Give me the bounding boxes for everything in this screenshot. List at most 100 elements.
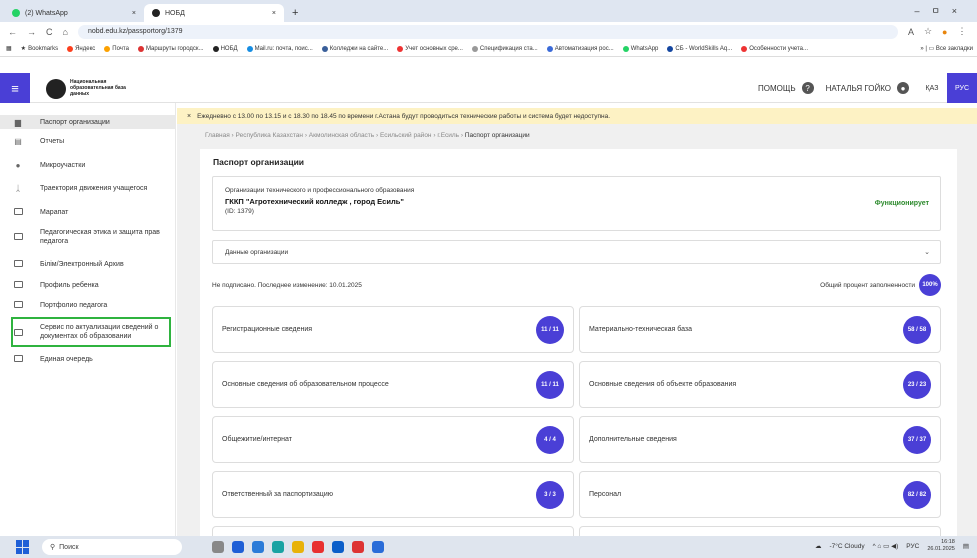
chrome-icon[interactable] bbox=[292, 541, 304, 553]
forward-icon[interactable]: → bbox=[27, 27, 36, 37]
opera-icon[interactable] bbox=[352, 541, 364, 553]
section-dormitory[interactable]: Общежитие/интернат 4 / 4 bbox=[212, 416, 574, 463]
report-icon: ▤ bbox=[14, 136, 22, 146]
taskbar-search[interactable]: ⚲ Поиск bbox=[42, 539, 182, 555]
user-name[interactable]: НАТАЛЬЯ ГОЙКО bbox=[826, 84, 891, 93]
notifications-icon[interactable]: ▤ bbox=[963, 542, 969, 550]
automation-icon bbox=[546, 45, 553, 52]
whatsapp-icon bbox=[12, 9, 20, 17]
close-icon[interactable]: × bbox=[132, 10, 136, 17]
bookmark-item[interactable]: ★ Bookmarks bbox=[21, 45, 58, 53]
section-progress-badge: 11 / 11 bbox=[536, 316, 564, 344]
bookmark-item[interactable]: Колледжи на сайте... bbox=[321, 45, 388, 52]
bookmark-item[interactable]: Почта bbox=[104, 45, 129, 52]
url-field[interactable]: nobd.edu.kz/passportorg/1379 bbox=[77, 24, 898, 39]
store-icon[interactable] bbox=[232, 541, 244, 553]
edge-icon[interactable] bbox=[272, 541, 284, 553]
system-tray: ☁ -7°C Cloudy ^ ⌂ ▭ ◀) РУС 16:18 26.01.20… bbox=[815, 539, 969, 553]
fill-percent-badge: 100% bbox=[919, 274, 941, 296]
section-responsible[interactable]: Ответственный за паспортизацию 3 / 3 bbox=[212, 471, 574, 518]
bookmark-item[interactable]: Особенности учета... bbox=[741, 45, 808, 52]
word-icon[interactable] bbox=[372, 541, 384, 553]
section-material-base[interactable]: Материально-техническая база 58 / 58 bbox=[579, 306, 941, 353]
nobd-icon bbox=[212, 45, 219, 52]
section-education-object[interactable]: Основные сведения об объекте образования… bbox=[579, 361, 941, 408]
apps-icon[interactable]: ▦ bbox=[6, 45, 12, 52]
breadcrumb-item[interactable]: Акмолинская область bbox=[309, 132, 374, 139]
page-title: Паспорт организации bbox=[213, 157, 305, 167]
task-view-icon[interactable] bbox=[212, 541, 224, 553]
close-icon[interactable]: × bbox=[187, 113, 191, 120]
breadcrumb-item[interactable]: г.Есиль bbox=[437, 132, 459, 139]
college-icon bbox=[321, 45, 328, 52]
bookmark-item[interactable]: НОБД bbox=[212, 45, 238, 52]
section-additional[interactable]: Дополнительные сведения 37 / 37 bbox=[579, 416, 941, 463]
breadcrumb-item[interactable]: Республика Казахстан bbox=[236, 132, 303, 139]
passport-icon: ▆ bbox=[14, 117, 22, 127]
nobd-icon bbox=[152, 9, 160, 17]
breadcrumb: Главная › Республика Казахстан › Акмолин… bbox=[205, 132, 530, 139]
address-bar: ← → C ⌂ nobd.edu.kz/passportorg/1379 A ☆… bbox=[0, 22, 977, 41]
section-progress-badge: 3 / 3 bbox=[536, 481, 564, 509]
outlook-icon[interactable] bbox=[332, 541, 344, 553]
translate-icon[interactable]: A bbox=[908, 27, 914, 37]
bookmark-item[interactable]: Автоматизация рос... bbox=[546, 45, 614, 52]
search-icon: ⚲ bbox=[50, 544, 56, 551]
profile-icon[interactable]: ● bbox=[942, 27, 947, 37]
folder-icon bbox=[14, 260, 23, 267]
main-content: Главная › Республика Казахстан › Акмолин… bbox=[177, 124, 977, 546]
user-icon[interactable]: ● bbox=[897, 82, 909, 94]
menu-icon[interactable]: ⋮ bbox=[957, 26, 966, 37]
windows-start-icon[interactable] bbox=[16, 540, 30, 554]
help-icon[interactable]: ? bbox=[801, 82, 814, 94]
breadcrumb-item[interactable]: Есильский район bbox=[380, 132, 432, 139]
close-icon[interactable]: × bbox=[272, 10, 276, 17]
input-language[interactable]: РУС bbox=[906, 543, 919, 550]
bookmark-item[interactable]: Яндекс bbox=[67, 45, 95, 52]
browser-tab-bar: (2) WhatsApp × НОБД × + –ㅁ× bbox=[0, 0, 977, 22]
reload-icon[interactable]: C bbox=[46, 27, 53, 37]
window-controls[interactable]: –ㅁ× bbox=[914, 4, 969, 17]
star-icon[interactable]: ☆ bbox=[924, 26, 932, 37]
lang-kz-button[interactable]: ҚАЗ bbox=[917, 73, 947, 103]
mail-icon bbox=[104, 45, 111, 52]
section-registration[interactable]: Регистрационные сведения 11 / 11 bbox=[212, 306, 574, 353]
accounting-icon bbox=[397, 45, 404, 52]
home-icon[interactable]: ⌂ bbox=[63, 27, 68, 37]
bookmark-item[interactable]: Mail.ru: почта, поис... bbox=[246, 45, 313, 52]
explorer-icon[interactable] bbox=[252, 541, 264, 553]
highlight-box bbox=[11, 317, 171, 347]
folder-icon bbox=[14, 233, 23, 240]
tray-icons[interactable]: ^ ⌂ ▭ ◀) bbox=[873, 542, 899, 550]
yandex-icon bbox=[67, 45, 74, 52]
lang-ru-button[interactable]: РУС bbox=[947, 73, 977, 103]
help-link[interactable]: ПОМОЩЬ bbox=[758, 84, 796, 93]
back-icon[interactable]: ← bbox=[8, 27, 17, 37]
new-tab-button[interactable]: + bbox=[284, 4, 306, 22]
weather-text[interactable]: -7°C Cloudy bbox=[829, 543, 864, 550]
sidebar-item-passport[interactable]: ▆ Паспорт организации bbox=[0, 115, 176, 129]
folder-icon bbox=[14, 355, 23, 362]
breadcrumb-item[interactable]: Главная bbox=[205, 132, 230, 139]
yandex-icon[interactable] bbox=[312, 541, 324, 553]
bookmarks-bar: ▦ ★ Bookmarks Яндекс Почта Маршруты город… bbox=[0, 41, 977, 57]
hamburger-menu-button[interactable]: ≡ bbox=[0, 73, 30, 103]
clock[interactable]: 16:18 26.01.2025 bbox=[927, 539, 955, 553]
section-personnel[interactable]: Персонал 82 / 82 bbox=[579, 471, 941, 518]
org-id: (ID: 1379) bbox=[225, 208, 254, 215]
bookmark-item[interactable]: СБ - WorldSkills Aq... bbox=[667, 45, 732, 52]
tab-whatsapp[interactable]: (2) WhatsApp × bbox=[4, 4, 144, 22]
passport-card: Паспорт организации Организации техничес… bbox=[200, 149, 957, 546]
org-data-dropdown[interactable]: Данные организации ⌄ bbox=[212, 240, 941, 264]
bookmark-item[interactable]: Учет основных сре... bbox=[397, 45, 463, 52]
whatsapp-icon bbox=[622, 45, 629, 52]
bookmark-item[interactable]: Спецификация ста... bbox=[471, 45, 538, 52]
bookmark-item[interactable]: WhatsApp bbox=[622, 45, 658, 52]
mailru-icon bbox=[246, 45, 253, 52]
section-education-process[interactable]: Основные сведения об образовательном про… bbox=[212, 361, 574, 408]
all-bookmarks[interactable]: » | ▭ Все закладки bbox=[914, 45, 973, 52]
tab-nobd[interactable]: НОБД × bbox=[144, 4, 284, 22]
org-type: Организации технического и профессиональ… bbox=[225, 187, 415, 194]
bookmark-item[interactable]: Маршруты городск... bbox=[137, 45, 204, 52]
taskbar-apps bbox=[212, 541, 384, 553]
